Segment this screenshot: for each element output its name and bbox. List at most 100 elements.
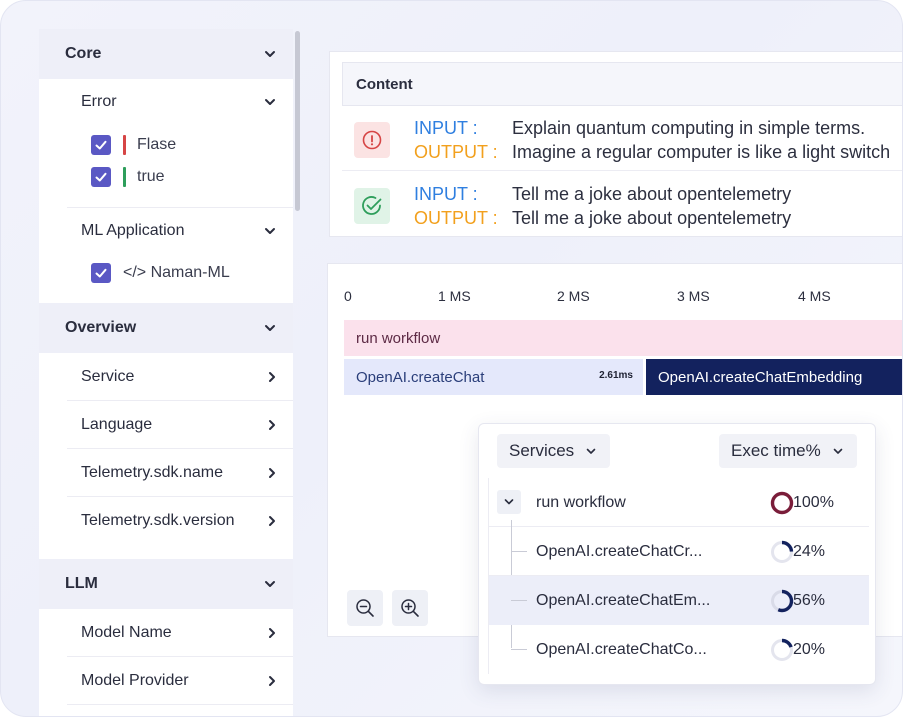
sort-by-dropdown[interactable]: Exec time% [719, 434, 857, 468]
success-status-badge [354, 188, 390, 224]
content-panel: Content INPUT : OUTPUT : Explain quantum… [329, 51, 902, 237]
group-ml-application-header[interactable]: ML Application [67, 208, 293, 254]
chevron-right-icon [269, 627, 275, 638]
checkbox-checked[interactable] [91, 135, 111, 155]
check-icon [95, 140, 107, 150]
service-row-create-chat-completion-2[interactable]: OpenAI.createChatCo... 20% [489, 625, 869, 674]
sidebar-item-language[interactable]: Language [67, 401, 293, 449]
row-divider [342, 170, 902, 171]
tree-connector [511, 649, 527, 650]
error-info-icon [362, 130, 382, 150]
section-overview-title: Overview [65, 319, 137, 336]
chevron-right-icon [269, 467, 275, 478]
input-label: INPUT : [414, 184, 478, 204]
sidebar-item-model-provider[interactable]: Model Provider [67, 657, 293, 705]
check-icon [95, 268, 107, 278]
content-header-title: Content [356, 75, 413, 93]
exec-time-ring [770, 540, 794, 564]
span-label: OpenAI.createChatEmbedding [658, 368, 863, 386]
group-error-header[interactable]: Error [67, 79, 293, 125]
chevron-down-icon [586, 448, 596, 454]
service-name: OpenAI.createChatCr... [536, 543, 703, 560]
sort-by-value: Exec time% [731, 441, 821, 460]
zoom-out-button[interactable] [347, 590, 383, 626]
chevron-down-icon [265, 51, 275, 57]
services-breakdown-panel: Services Exec time% run workflow 100% Op… [478, 423, 876, 685]
group-by-dropdown[interactable]: Services [497, 434, 611, 468]
timeline-tick: 1 MS [438, 288, 471, 304]
filter-error-true[interactable]: true [91, 163, 165, 191]
exec-time-percent: 56% [793, 592, 826, 609]
chevron-down-icon [265, 99, 275, 105]
timeline-tick: 4 MS [798, 288, 831, 304]
filter-label: Flase [137, 136, 177, 153]
exec-time-ring [770, 491, 794, 515]
section-overview-header[interactable]: Overview [39, 303, 293, 353]
sidebar-item-model-name[interactable]: Model Name [67, 609, 293, 657]
service-row-run-workflow[interactable]: run workflow 100% [489, 478, 869, 527]
chevron-right-icon [269, 675, 275, 686]
filter-ml-application-naman[interactable]: </> Naman-ML [91, 259, 230, 287]
exec-time-percent: 20% [793, 641, 826, 658]
filter-error-false[interactable]: Flase [91, 131, 176, 159]
section-core-title: Core [65, 45, 102, 62]
span-openai-create-chat[interactable]: OpenAI.createChat 2.61ms [344, 359, 643, 395]
output-text: Imagine a regular computer is like a lig… [512, 142, 891, 162]
input-text: Tell me a joke about opentelemetry [512, 184, 792, 204]
exec-time-percent: 24% [793, 543, 826, 560]
filter-sidebar: Core Error Flase true ML Application </>… [39, 29, 293, 716]
input-label: INPUT : [414, 118, 478, 138]
span-duration: 2.61ms [599, 370, 633, 381]
span-run-workflow[interactable]: run workflow [344, 320, 902, 356]
group-by-value: Services [509, 441, 575, 460]
error-status-badge [354, 122, 390, 158]
service-name: run workflow [536, 494, 626, 511]
group-ml-application-title: ML Application [81, 222, 185, 239]
sidebar-item-label: Model Provider [81, 671, 189, 689]
chevron-down-icon [504, 499, 514, 505]
check-circle-icon [362, 196, 382, 215]
zoom-out-icon [356, 599, 374, 617]
sidebar-item-telemetry-sdk-version[interactable]: Telemetry.sdk.version [67, 497, 293, 545]
timeline-tick: 2 MS [557, 288, 590, 304]
service-row-create-chat-embedding[interactable]: OpenAI.createChatEm... 56% [489, 576, 869, 625]
sidebar-item-telemetry-sdk-name[interactable]: Telemetry.sdk.name [67, 449, 293, 497]
chevron-right-icon [269, 419, 275, 430]
sidebar-item-label: Language [81, 415, 153, 433]
filter-label: </> Naman-ML [123, 264, 230, 281]
expand-toggle[interactable] [497, 490, 521, 514]
chevron-down-icon [265, 325, 275, 331]
exec-time-ring [770, 589, 794, 613]
service-row-create-chat-completion[interactable]: OpenAI.createChatCr... 24% [489, 527, 869, 576]
section-core-header[interactable]: Core [39, 29, 293, 79]
timeline-tick: 3 MS [677, 288, 710, 304]
tree-connector [511, 600, 527, 601]
exec-time-ring [770, 638, 794, 662]
chevron-down-icon [265, 228, 275, 234]
sidebar-item-label: Model Name [81, 623, 172, 641]
timeline-tick: 0 [344, 288, 352, 304]
zoom-in-button[interactable] [392, 590, 428, 626]
sidebar-item-service[interactable]: Service [67, 353, 293, 401]
chevron-down-icon [833, 448, 843, 454]
app-frame: Core Error Flase true ML Application </>… [0, 0, 903, 717]
span-openai-create-chat-embedding[interactable]: OpenAI.createChatEmbedding [646, 359, 902, 395]
group-error-title: Error [81, 93, 117, 110]
chevron-right-icon [269, 516, 275, 526]
section-llm-header[interactable]: LLM [39, 559, 293, 609]
sidebar-scrollbar[interactable] [295, 31, 300, 211]
checkbox-checked[interactable] [91, 167, 111, 187]
span-label: run workflow [356, 329, 441, 347]
section-llm-title: LLM [65, 575, 98, 592]
check-icon [95, 172, 107, 182]
success-color-marker [123, 167, 126, 187]
output-label: OUTPUT : [414, 142, 498, 162]
output-text: Tell me a joke about opentelemetry [512, 208, 792, 228]
checkbox-checked[interactable] [91, 263, 111, 283]
input-text: Explain quantum computing in simple term… [512, 118, 866, 138]
zoom-in-icon [401, 599, 419, 617]
content-header: Content [342, 62, 902, 106]
tree-connector [511, 551, 527, 552]
error-color-marker [123, 135, 126, 155]
span-label: OpenAI.createChat [356, 368, 485, 386]
